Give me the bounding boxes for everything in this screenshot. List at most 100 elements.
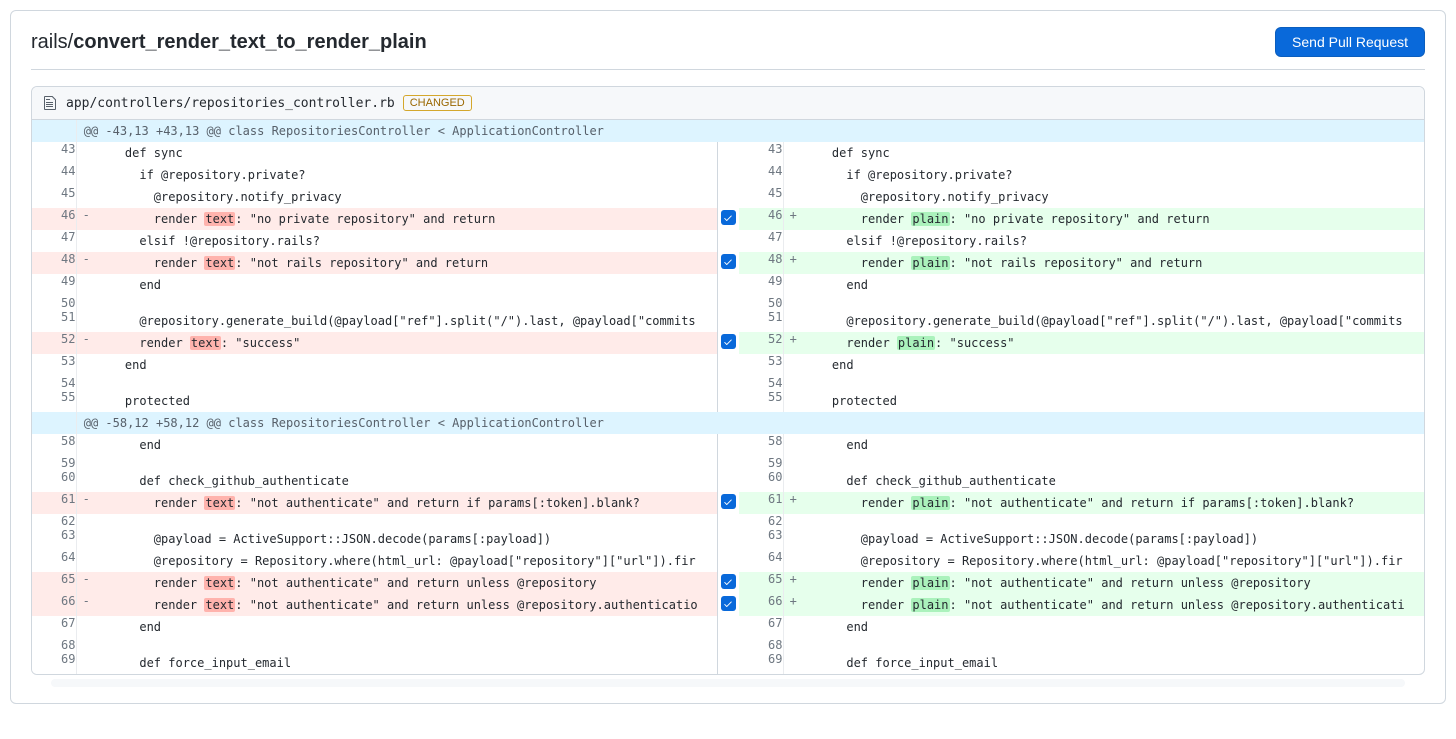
diff-row: 49 end 49 end: [32, 274, 1424, 296]
code-right: elsif !@repository.rails?: [803, 230, 1424, 252]
diff-marker: -: [76, 208, 96, 230]
line-number-right: 67: [739, 616, 783, 638]
diff-row: 53 end53 end: [32, 354, 1424, 376]
code-left: def sync: [96, 142, 717, 164]
diff-marker: [76, 376, 96, 390]
diff-marker: -: [76, 594, 96, 616]
line-number-left: 61: [32, 492, 76, 514]
line-number-left: 49: [32, 274, 76, 296]
diff-marker: [76, 230, 96, 252]
diff-row: 55 protected55 protected: [32, 390, 1424, 412]
diff-marker: +: [783, 594, 803, 616]
line-number: [32, 120, 76, 142]
line-number-right: 64: [739, 550, 783, 572]
code-left: elsif !@repository.rails?: [96, 230, 717, 252]
line-number-left: 46: [32, 208, 76, 230]
diff-marker: [783, 164, 803, 186]
diff-marker: [783, 186, 803, 208]
line-number-left: 64: [32, 550, 76, 572]
code-right: end: [803, 274, 1424, 296]
diff-row: 5959: [32, 456, 1424, 470]
code-left: @repository = Repository.where(html_url:…: [96, 550, 717, 572]
code-right: if @repository.private?: [803, 164, 1424, 186]
line-number-right: 69: [739, 652, 783, 674]
diff-row: 45 @repository.notify_privacy45 @reposit…: [32, 186, 1424, 208]
diff-marker: [76, 164, 96, 186]
diff-marker: [76, 652, 96, 674]
diff-row: 6868: [32, 638, 1424, 652]
diff-row: 66- render text: "not authenticate" and …: [32, 594, 1424, 616]
line-select-checkbox[interactable]: [721, 596, 736, 611]
line-checkbox-cell: [717, 572, 739, 594]
file-header: app/controllers/repositories_controller.…: [32, 87, 1424, 120]
line-select-checkbox[interactable]: [721, 210, 736, 225]
code-left: render text: "not rails repository" and …: [96, 252, 717, 274]
diff-marker: [76, 142, 96, 164]
line-checkbox-cell: [717, 376, 739, 390]
diff-table: @@ -43,13 +43,13 @@ class RepositoriesCo…: [32, 120, 1424, 674]
diff-marker: +: [783, 208, 803, 230]
code-right: [803, 638, 1424, 652]
diff-marker: [783, 638, 803, 652]
code-right: def force_input_email: [803, 652, 1424, 674]
diff-marker: [783, 528, 803, 550]
line-select-checkbox[interactable]: [721, 334, 736, 349]
diff-marker: [76, 186, 96, 208]
line-number-right: 60: [739, 470, 783, 492]
line-checkbox-cell: [717, 390, 739, 412]
diff-row: 44 if @repository.private?44 if @reposit…: [32, 164, 1424, 186]
branch-name: convert_render_text_to_render_plain: [73, 31, 426, 53]
diff-marker: [76, 528, 96, 550]
code-left: end: [96, 274, 717, 296]
code-right: end: [803, 354, 1424, 376]
line-number: [32, 412, 76, 434]
code-right: def check_github_authenticate: [803, 470, 1424, 492]
line-checkbox-cell: [717, 208, 739, 230]
line-number-right: 49: [739, 274, 783, 296]
diff-page: rails/convert_render_text_to_render_plai…: [10, 10, 1446, 704]
diff-marker: [783, 390, 803, 412]
code-right: [803, 514, 1424, 528]
horizontal-scrollbar[interactable]: [51, 679, 1405, 687]
diff-row: 63 @payload = ActiveSupport::JSON.decode…: [32, 528, 1424, 550]
line-checkbox-cell: [717, 528, 739, 550]
diff-row: 6262: [32, 514, 1424, 528]
diff-marker: +: [783, 492, 803, 514]
page-title: rails/convert_render_text_to_render_plai…: [31, 31, 427, 54]
line-checkbox-cell: [717, 332, 739, 354]
line-number-left: 50: [32, 296, 76, 310]
send-pull-request-button[interactable]: Send Pull Request: [1275, 27, 1425, 57]
diff-row: 5050: [32, 296, 1424, 310]
diff-marker: +: [783, 332, 803, 354]
line-number-left: 62: [32, 514, 76, 528]
diff-marker: [783, 230, 803, 252]
code-left: [96, 296, 717, 310]
code-left: render text: "not authenticate" and retu…: [96, 572, 717, 594]
code-right: end: [803, 616, 1424, 638]
diff-marker: [76, 354, 96, 376]
diff-row: 51 @repository.generate_build(@payload["…: [32, 310, 1424, 332]
diff-marker: [76, 274, 96, 296]
diff-row: 43 def sync43 def sync: [32, 142, 1424, 164]
diff-marker: [783, 550, 803, 572]
diff-marker: [76, 514, 96, 528]
line-select-checkbox[interactable]: [721, 254, 736, 269]
line-number-right: 68: [739, 638, 783, 652]
line-number-right: 47: [739, 230, 783, 252]
code-right: protected: [803, 390, 1424, 412]
diff-marker: +: [783, 572, 803, 594]
code-right: [803, 456, 1424, 470]
line-select-checkbox[interactable]: [721, 494, 736, 509]
line-number-right: 44: [739, 164, 783, 186]
line-checkbox-cell: [717, 296, 739, 310]
line-select-checkbox[interactable]: [721, 574, 736, 589]
code-right: render plain: "not authenticate" and ret…: [803, 572, 1424, 594]
repo-name: rails: [31, 31, 68, 53]
line-checkbox-cell: [717, 514, 739, 528]
line-checkbox-cell: [717, 164, 739, 186]
line-number-right: 53: [739, 354, 783, 376]
line-checkbox-cell: [717, 456, 739, 470]
line-checkbox-cell: [717, 230, 739, 252]
code-left: def force_input_email: [96, 652, 717, 674]
line-number-left: 67: [32, 616, 76, 638]
